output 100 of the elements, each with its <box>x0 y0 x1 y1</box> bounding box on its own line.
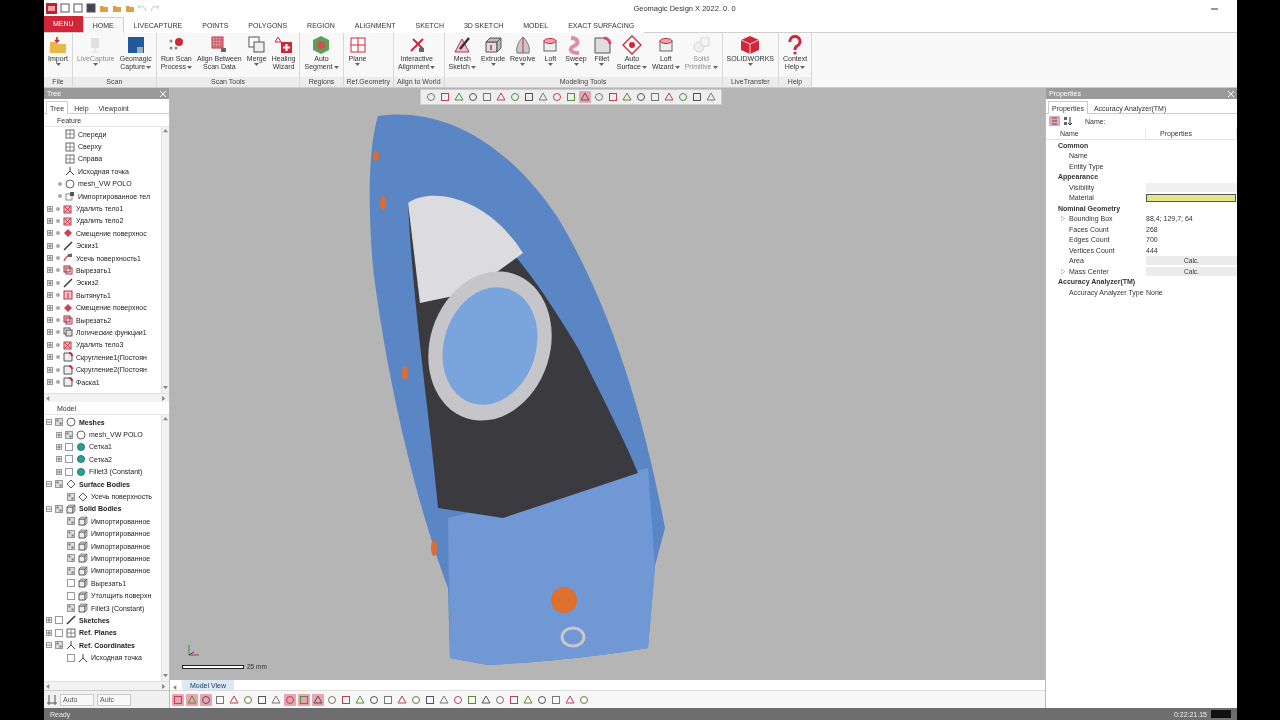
toolbar-button[interactable] <box>452 693 464 706</box>
toolbar-button[interactable] <box>424 693 436 706</box>
expand-toggle[interactable] <box>47 205 53 212</box>
visibility-checkbox[interactable] <box>67 579 75 588</box>
expand-toggle[interactable] <box>47 267 53 274</box>
toolbar-button[interactable] <box>425 91 437 103</box>
visibility-checkbox[interactable] <box>67 591 75 600</box>
visibility-checkbox[interactable] <box>65 430 73 439</box>
toolbar-button[interactable] <box>298 693 310 706</box>
toolbar-button[interactable] <box>466 693 478 706</box>
expand-toggle[interactable] <box>47 354 53 361</box>
expand-toggle[interactable] <box>47 292 53 299</box>
visibility-checkbox[interactable] <box>67 517 75 526</box>
toolbar-button[interactable] <box>439 91 451 103</box>
expand-toggle[interactable] <box>56 468 62 475</box>
toolbar-button[interactable] <box>536 693 548 706</box>
sort-icon[interactable] <box>1064 116 1073 126</box>
toolbar-button[interactable] <box>593 91 605 103</box>
toolbar-button[interactable] <box>663 91 675 103</box>
toolbar-button[interactable] <box>467 91 479 103</box>
visibility-checkbox[interactable] <box>55 628 63 637</box>
toolbar-button[interactable] <box>396 693 408 706</box>
expand-toggle[interactable] <box>47 279 53 286</box>
toolbar-button[interactable] <box>635 91 647 103</box>
toolbar-button[interactable] <box>242 693 254 706</box>
expand-toggle[interactable] <box>56 431 62 438</box>
toolbar-button[interactable] <box>705 91 717 103</box>
toolbar-button[interactable] <box>368 693 380 706</box>
toolbar-button[interactable] <box>214 693 226 706</box>
toolbar-button[interactable] <box>494 693 506 706</box>
visibility-checkbox[interactable] <box>67 529 75 538</box>
toolbar-button[interactable] <box>256 693 268 706</box>
expand-toggle[interactable] <box>47 230 53 237</box>
toolbar-button[interactable] <box>312 693 324 706</box>
visibility-checkbox[interactable] <box>55 504 63 513</box>
expand-toggle[interactable] <box>47 255 53 262</box>
expand-toggle[interactable] <box>47 242 53 249</box>
toolbar-button[interactable] <box>228 693 240 706</box>
toolbar-button[interactable] <box>537 91 549 103</box>
visibility-checkbox[interactable] <box>55 641 63 650</box>
expand-toggle[interactable] <box>56 456 62 463</box>
toolbar-button[interactable] <box>410 693 422 706</box>
collapse-toggle[interactable] <box>46 505 52 512</box>
toolbar-button[interactable] <box>523 91 535 103</box>
toolbar-button[interactable] <box>354 693 366 706</box>
color-swatch[interactable] <box>1146 193 1236 202</box>
toolbar-button[interactable] <box>480 693 492 706</box>
visibility-checkbox[interactable] <box>65 467 73 476</box>
toolbar-button[interactable] <box>564 693 576 706</box>
visibility-checkbox[interactable] <box>55 616 63 625</box>
expand-toggle[interactable] <box>47 379 53 385</box>
visibility-checkbox[interactable] <box>67 566 75 575</box>
toolbar-button[interactable] <box>326 693 338 706</box>
property-field[interactable] <box>1146 182 1237 192</box>
toolbar-button[interactable] <box>200 693 212 706</box>
toolbar-button[interactable] <box>382 693 394 706</box>
visibility-checkbox[interactable] <box>65 442 73 451</box>
collapse-toggle[interactable] <box>46 481 52 488</box>
visibility-checkbox[interactable] <box>67 604 75 613</box>
expand-toggle[interactable] <box>47 317 53 324</box>
toolbar-button[interactable] <box>550 693 562 706</box>
toolbar-button[interactable] <box>186 693 198 706</box>
toolbar-button[interactable] <box>270 693 282 706</box>
visibility-checkbox[interactable] <box>55 418 63 427</box>
toolbar-button[interactable] <box>172 693 184 706</box>
visibility-checkbox[interactable] <box>67 492 75 501</box>
toolbar-button[interactable] <box>340 693 352 706</box>
collapse-toggle[interactable] <box>46 419 52 426</box>
close-icon[interactable] <box>1228 90 1234 97</box>
expand-toggle[interactable] <box>46 629 52 636</box>
expand-arrow-icon[interactable] <box>1061 268 1065 274</box>
collapse-toggle[interactable] <box>46 642 52 649</box>
categorized-icon[interactable] <box>1049 116 1060 126</box>
open-file-icon[interactable] <box>73 3 83 13</box>
toolbar-button[interactable] <box>691 91 703 103</box>
toolbar-button[interactable] <box>607 91 619 103</box>
toolbar-button[interactable] <box>453 91 465 103</box>
new-file-icon[interactable] <box>60 3 70 13</box>
toolbar-button[interactable] <box>565 91 577 103</box>
expand-toggle[interactable] <box>47 304 53 311</box>
expand-arrow-icon[interactable] <box>1061 216 1065 222</box>
toolbar-button[interactable] <box>522 693 534 706</box>
toolbar-button[interactable] <box>579 91 591 103</box>
toolbar-button[interactable] <box>508 693 520 706</box>
expand-toggle[interactable] <box>47 217 53 224</box>
visibility-checkbox[interactable] <box>67 542 75 551</box>
toolbar-button[interactable] <box>551 91 563 103</box>
expand-toggle[interactable] <box>47 329 53 336</box>
toolbar-button[interactable] <box>438 693 450 706</box>
visibility-checkbox[interactable] <box>65 455 73 464</box>
toolbar-button[interactable] <box>578 693 590 706</box>
save-icon[interactable] <box>86 3 96 13</box>
toolbar-button[interactable] <box>495 91 507 103</box>
toolbar-button[interactable] <box>649 91 661 103</box>
toolbar-button[interactable] <box>621 91 633 103</box>
visibility-checkbox[interactable] <box>67 554 75 563</box>
visibility-checkbox[interactable] <box>67 653 75 662</box>
toolbar-button[interactable] <box>481 91 493 103</box>
expand-toggle[interactable] <box>47 366 53 373</box>
close-icon[interactable] <box>160 90 166 97</box>
